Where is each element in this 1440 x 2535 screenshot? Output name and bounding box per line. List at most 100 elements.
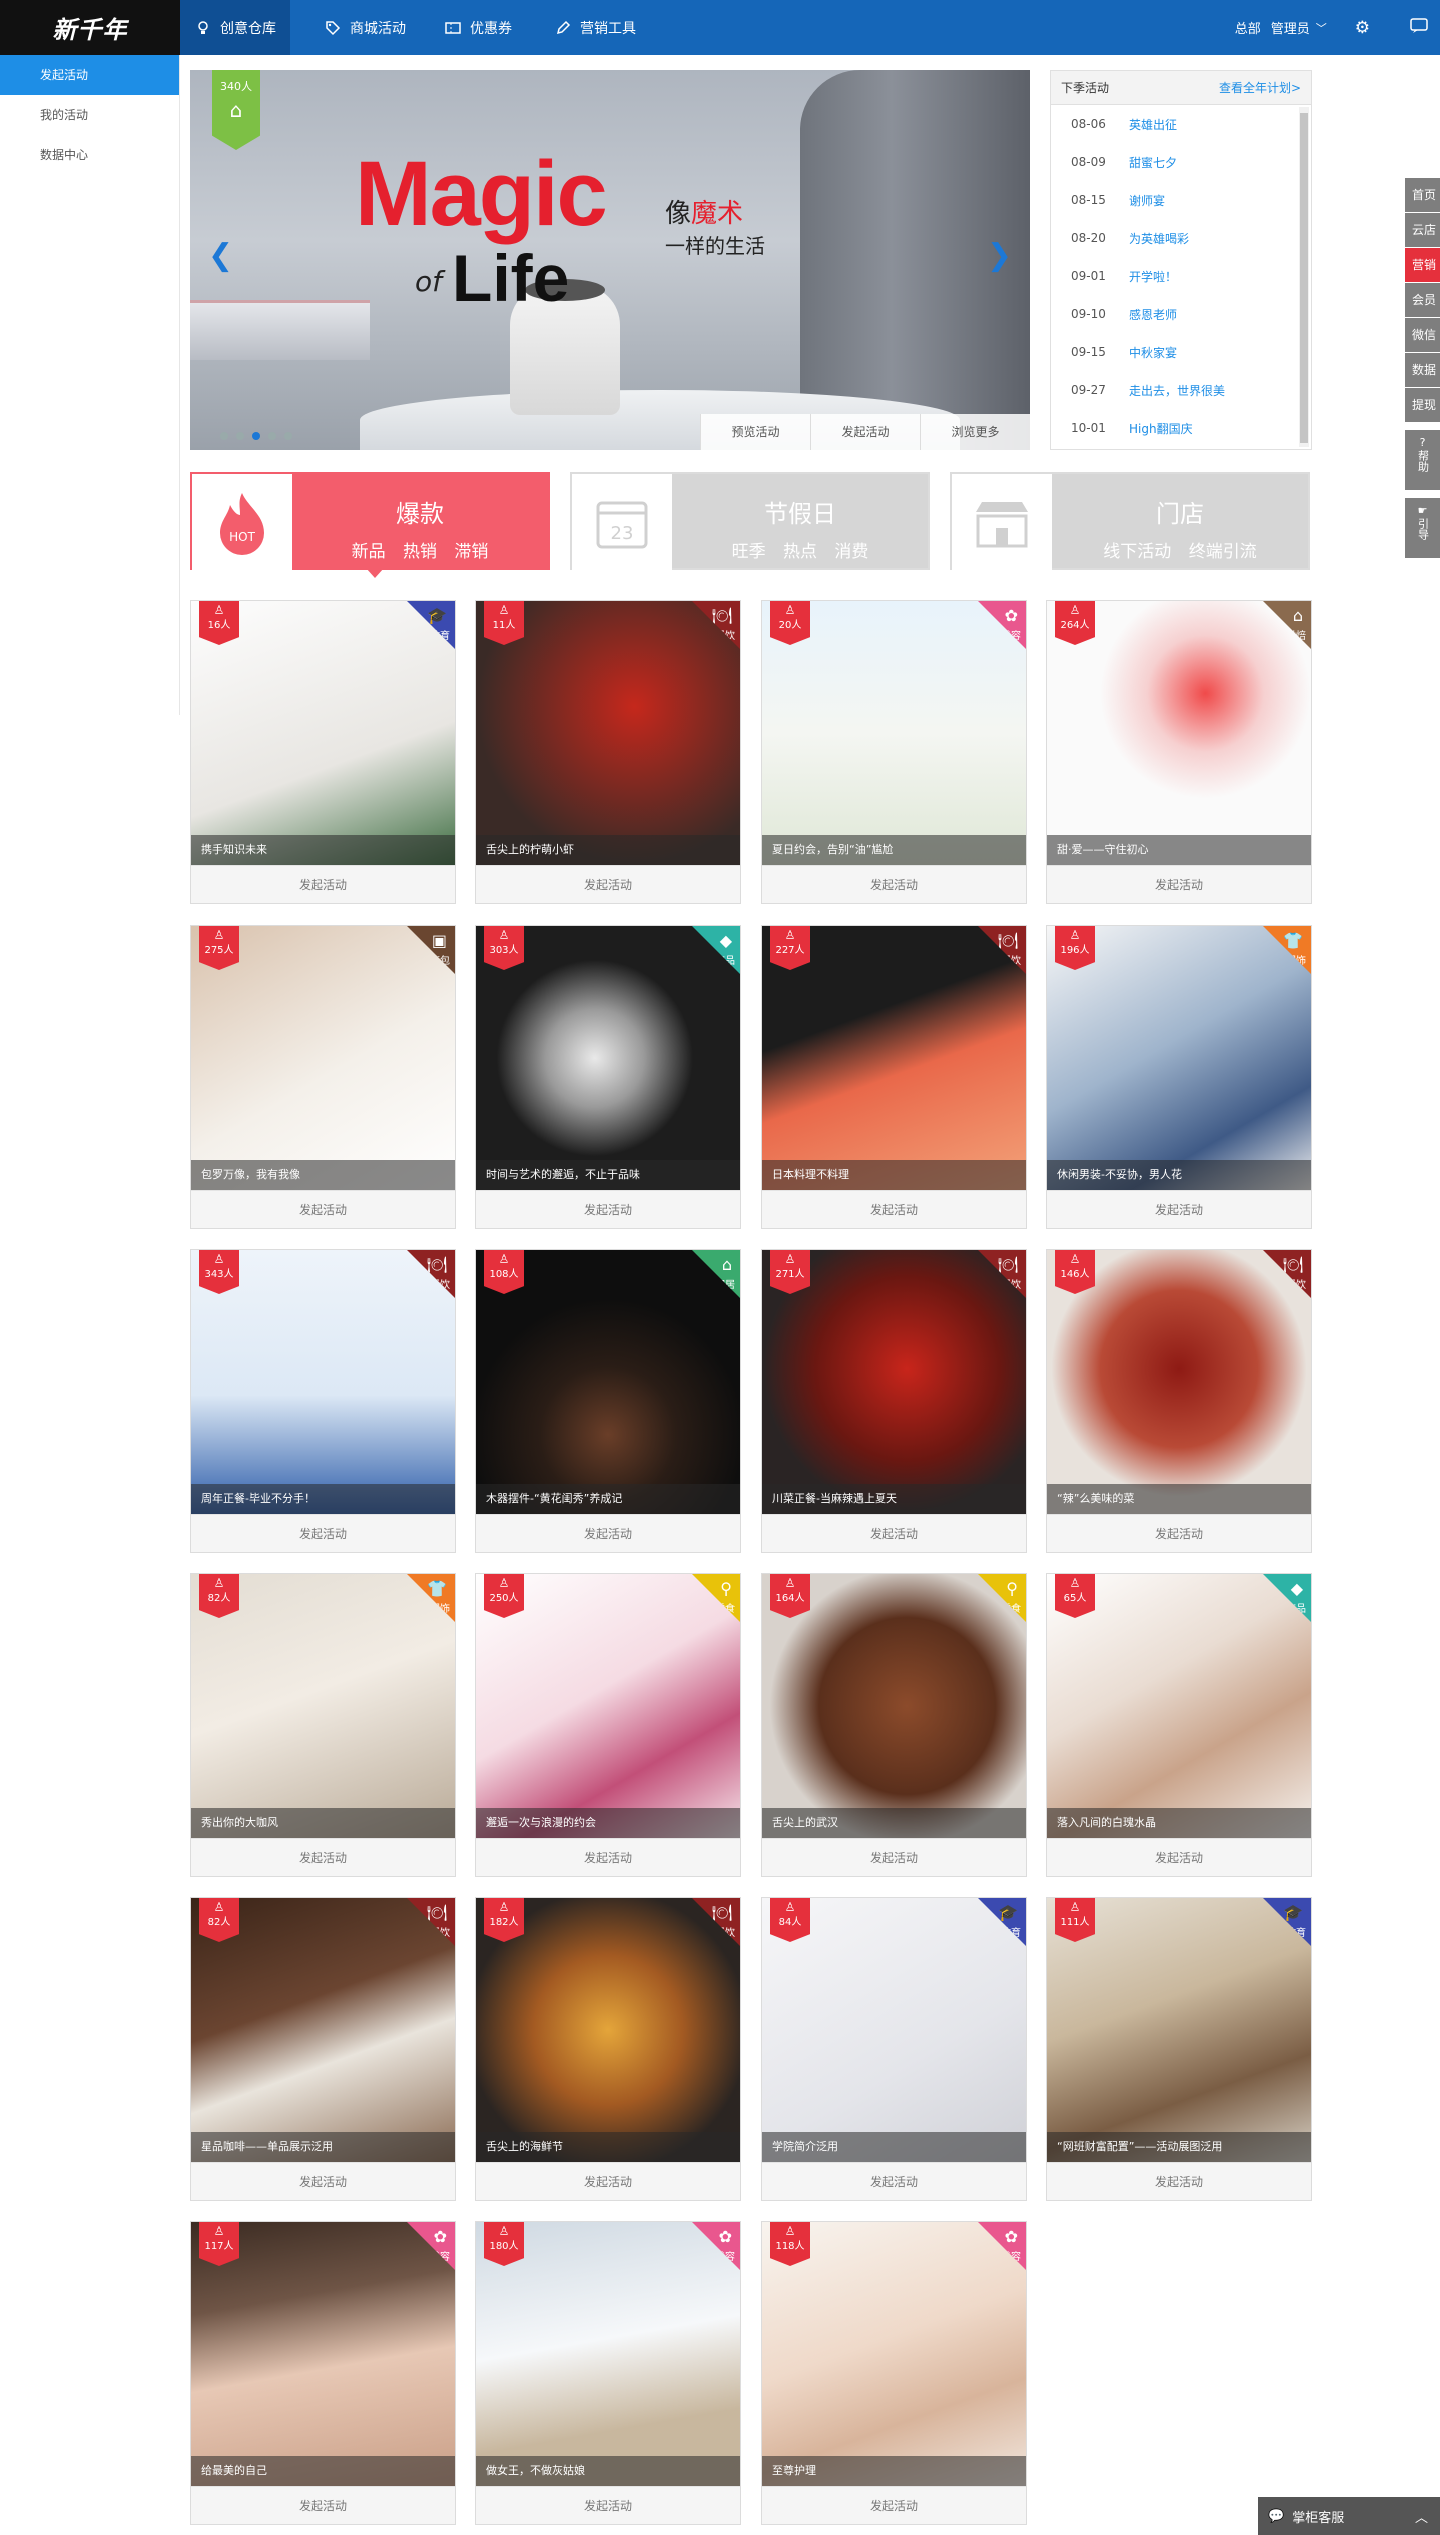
template-card[interactable]: ♙196人👕服饰休闲男装-不妥协，男人花发起活动	[1046, 925, 1312, 1229]
carousel-dot[interactable]	[252, 432, 260, 440]
template-card[interactable]: ♙146人🍽餐饮“辣”么美味的菜发起活动	[1046, 1249, 1312, 1553]
carousel-dot[interactable]	[284, 432, 292, 440]
template-card[interactable]: ♙182人🍽餐饮舌尖上的海鲜节发起活动	[475, 1897, 741, 2201]
template-image[interactable]	[762, 926, 1026, 1190]
hero-banner[interactable]: 340人 ⌂ Magic of Life 像魔术 一样的生活 ❮ ❯ 预览活动 …	[190, 70, 1030, 450]
category-tab-holiday[interactable]: 23 节假日 旺季 热点 消费	[570, 472, 930, 572]
template-image[interactable]	[476, 2222, 740, 2486]
template-image[interactable]	[191, 1574, 455, 1838]
template-card[interactable]: ♙11人🍽餐饮舌尖上的柠萌小虾发起活动	[475, 600, 741, 904]
launch-activity-button[interactable]: 发起活动	[191, 1514, 455, 1552]
preview-activity-button[interactable]: 预览活动	[700, 414, 810, 450]
schedule-activity-link[interactable]: 英雄出征	[1129, 116, 1177, 133]
template-image[interactable]	[476, 1574, 740, 1838]
template-image[interactable]	[191, 1898, 455, 2162]
launch-activity-button[interactable]: 发起活动	[810, 414, 920, 450]
launch-activity-button[interactable]: 发起活动	[191, 2162, 455, 2200]
help-button[interactable]: ? 帮助	[1405, 430, 1440, 490]
template-image[interactable]	[1047, 926, 1311, 1190]
template-image[interactable]	[762, 601, 1026, 865]
template-image[interactable]	[762, 1250, 1026, 1514]
right-tool-item[interactable]: 营销	[1405, 248, 1440, 282]
launch-activity-button[interactable]: 发起活动	[191, 865, 455, 903]
prev-arrow-icon[interactable]: ❮	[208, 238, 233, 273]
schedule-activity-link[interactable]: 为英雄喝彩	[1129, 230, 1189, 247]
launch-activity-button[interactable]: 发起活动	[476, 1838, 740, 1876]
nav-creative-warehouse[interactable]: 创意仓库	[180, 0, 290, 55]
schedule-item[interactable]: 09-15 中秋家宴	[1051, 333, 1311, 371]
template-card[interactable]: ♙164人⚲零食舌尖上的武汉发起活动	[761, 1573, 1027, 1877]
right-tool-item[interactable]: 首页	[1405, 178, 1440, 212]
template-card[interactable]: ♙84人🎓教育学院简介泛用发起活动	[761, 1897, 1027, 2201]
template-image[interactable]	[762, 2222, 1026, 2486]
right-tool-item[interactable]: 云店	[1405, 213, 1440, 247]
right-tool-item[interactable]: 微信	[1405, 318, 1440, 352]
launch-activity-button[interactable]: 发起活动	[476, 2486, 740, 2524]
template-card[interactable]: ♙82人👕服饰秀出你的大咖风发起活动	[190, 1573, 456, 1877]
gear-icon[interactable]: ⚙	[1355, 18, 1370, 38]
template-card[interactable]: ♙117人✿美容给最美的自己发起活动	[190, 2221, 456, 2525]
launch-activity-button[interactable]: 发起活动	[191, 1838, 455, 1876]
template-image[interactable]	[191, 2222, 455, 2486]
template-card[interactable]: ♙118人✿美容至尊护理发起活动	[761, 2221, 1027, 2525]
chevron-down-icon[interactable]: ﹀	[1316, 20, 1327, 36]
sidebar-item-launch-activity[interactable]: 发起活动	[0, 55, 179, 95]
template-card[interactable]: ♙250人⚲零食邂逅一次与浪漫的约会发起活动	[475, 1573, 741, 1877]
schedule-item[interactable]: 09-27 走出去，世界很美	[1051, 371, 1311, 409]
launch-activity-button[interactable]: 发起活动	[1047, 1514, 1311, 1552]
schedule-item[interactable]: 08-15 谢师宴	[1051, 181, 1311, 219]
schedule-item[interactable]: 09-10 感恩老师	[1051, 295, 1311, 333]
schedule-activity-link[interactable]: 甜蜜七夕	[1129, 154, 1177, 171]
launch-activity-button[interactable]: 发起活动	[191, 1190, 455, 1228]
template-card[interactable]: ♙180人✿美容做女王，不做灰姑娘发起活动	[475, 2221, 741, 2525]
template-card[interactable]: ♙303人◆饰品时间与艺术的邂逅，不止于品味发起活动	[475, 925, 741, 1229]
launch-activity-button[interactable]: 发起活动	[762, 1190, 1026, 1228]
template-image[interactable]	[1047, 1250, 1311, 1514]
view-full-plan-link[interactable]: 查看全年计划>	[1219, 71, 1301, 104]
template-image[interactable]	[762, 1898, 1026, 2162]
schedule-activity-link[interactable]: 走出去，世界很美	[1129, 382, 1225, 399]
template-image[interactable]	[191, 1250, 455, 1514]
schedule-item[interactable]: 09-01 开学啦！	[1051, 257, 1311, 295]
schedule-item[interactable]: 08-20 为英雄喝彩	[1051, 219, 1311, 257]
category-tab-hot[interactable]: HOT 爆款 新品 热销 滞销	[190, 472, 550, 572]
schedule-item[interactable]: 08-06 英雄出征	[1051, 105, 1311, 143]
template-image[interactable]	[1047, 1898, 1311, 2162]
template-image[interactable]	[191, 926, 455, 1190]
template-card[interactable]: ♙82人🍽餐饮星品咖啡——单品展示泛用发起活动	[190, 1897, 456, 2201]
schedule-item[interactable]: 08-09 甜蜜七夕	[1051, 143, 1311, 181]
launch-activity-button[interactable]: 发起活动	[476, 1190, 740, 1228]
schedule-activity-link[interactable]: High翻国庆	[1129, 420, 1193, 437]
template-card[interactable]: ♙111人🎓教育“网班财富配置”——活动展图泛用发起活动	[1046, 1897, 1312, 2201]
template-card[interactable]: ♙227人🍽餐饮日本料理不料理发起活动	[761, 925, 1027, 1229]
scrollbar[interactable]	[1299, 107, 1309, 447]
launch-activity-button[interactable]: 发起活动	[1047, 2162, 1311, 2200]
customer-service-bar[interactable]: 💬 掌柜客服 ︿	[1258, 2497, 1440, 2535]
nav-coupon[interactable]: 优惠券	[430, 0, 526, 55]
launch-activity-button[interactable]: 发起活动	[762, 2162, 1026, 2200]
launch-activity-button[interactable]: 发起活动	[476, 2162, 740, 2200]
carousel-dot[interactable]	[220, 432, 228, 440]
template-image[interactable]	[476, 1898, 740, 2162]
launch-activity-button[interactable]: 发起活动	[1047, 865, 1311, 903]
launch-activity-button[interactable]: 发起活动	[762, 1514, 1026, 1552]
right-tool-item[interactable]: 提现	[1405, 388, 1440, 422]
schedule-activity-link[interactable]: 中秋家宴	[1129, 344, 1177, 361]
chat-icon[interactable]	[1410, 17, 1428, 38]
template-card[interactable]: ♙108人⌂家居木器摆件-“黄花闺秀”养成记发起活动	[475, 1249, 741, 1553]
carousel-dot[interactable]	[236, 432, 244, 440]
schedule-activity-link[interactable]: 开学啦！	[1129, 268, 1177, 285]
template-card[interactable]: ♙20人✿美容夏日约会，告别“油”尴尬发起活动	[761, 600, 1027, 904]
right-tool-item[interactable]: 会员	[1405, 283, 1440, 317]
template-card[interactable]: ♙16人🎓教育携手知识未来发起活动	[190, 600, 456, 904]
sidebar-item-my-activity[interactable]: 我的活动	[0, 95, 179, 135]
right-tool-item[interactable]: 数据	[1405, 353, 1440, 387]
template-image[interactable]	[476, 1250, 740, 1514]
template-card[interactable]: ♙275人▣箱包包罗万像，我有我像发起活动	[190, 925, 456, 1229]
carousel-dot[interactable]	[268, 432, 276, 440]
launch-activity-button[interactable]: 发起活动	[762, 1838, 1026, 1876]
schedule-activity-link[interactable]: 谢师宴	[1129, 192, 1165, 209]
template-card[interactable]: ♙65人◆饰品落入凡间的白瑰水晶发起活动	[1046, 1573, 1312, 1877]
sidebar-item-data-center[interactable]: 数据中心	[0, 135, 179, 175]
template-image[interactable]	[1047, 601, 1311, 865]
